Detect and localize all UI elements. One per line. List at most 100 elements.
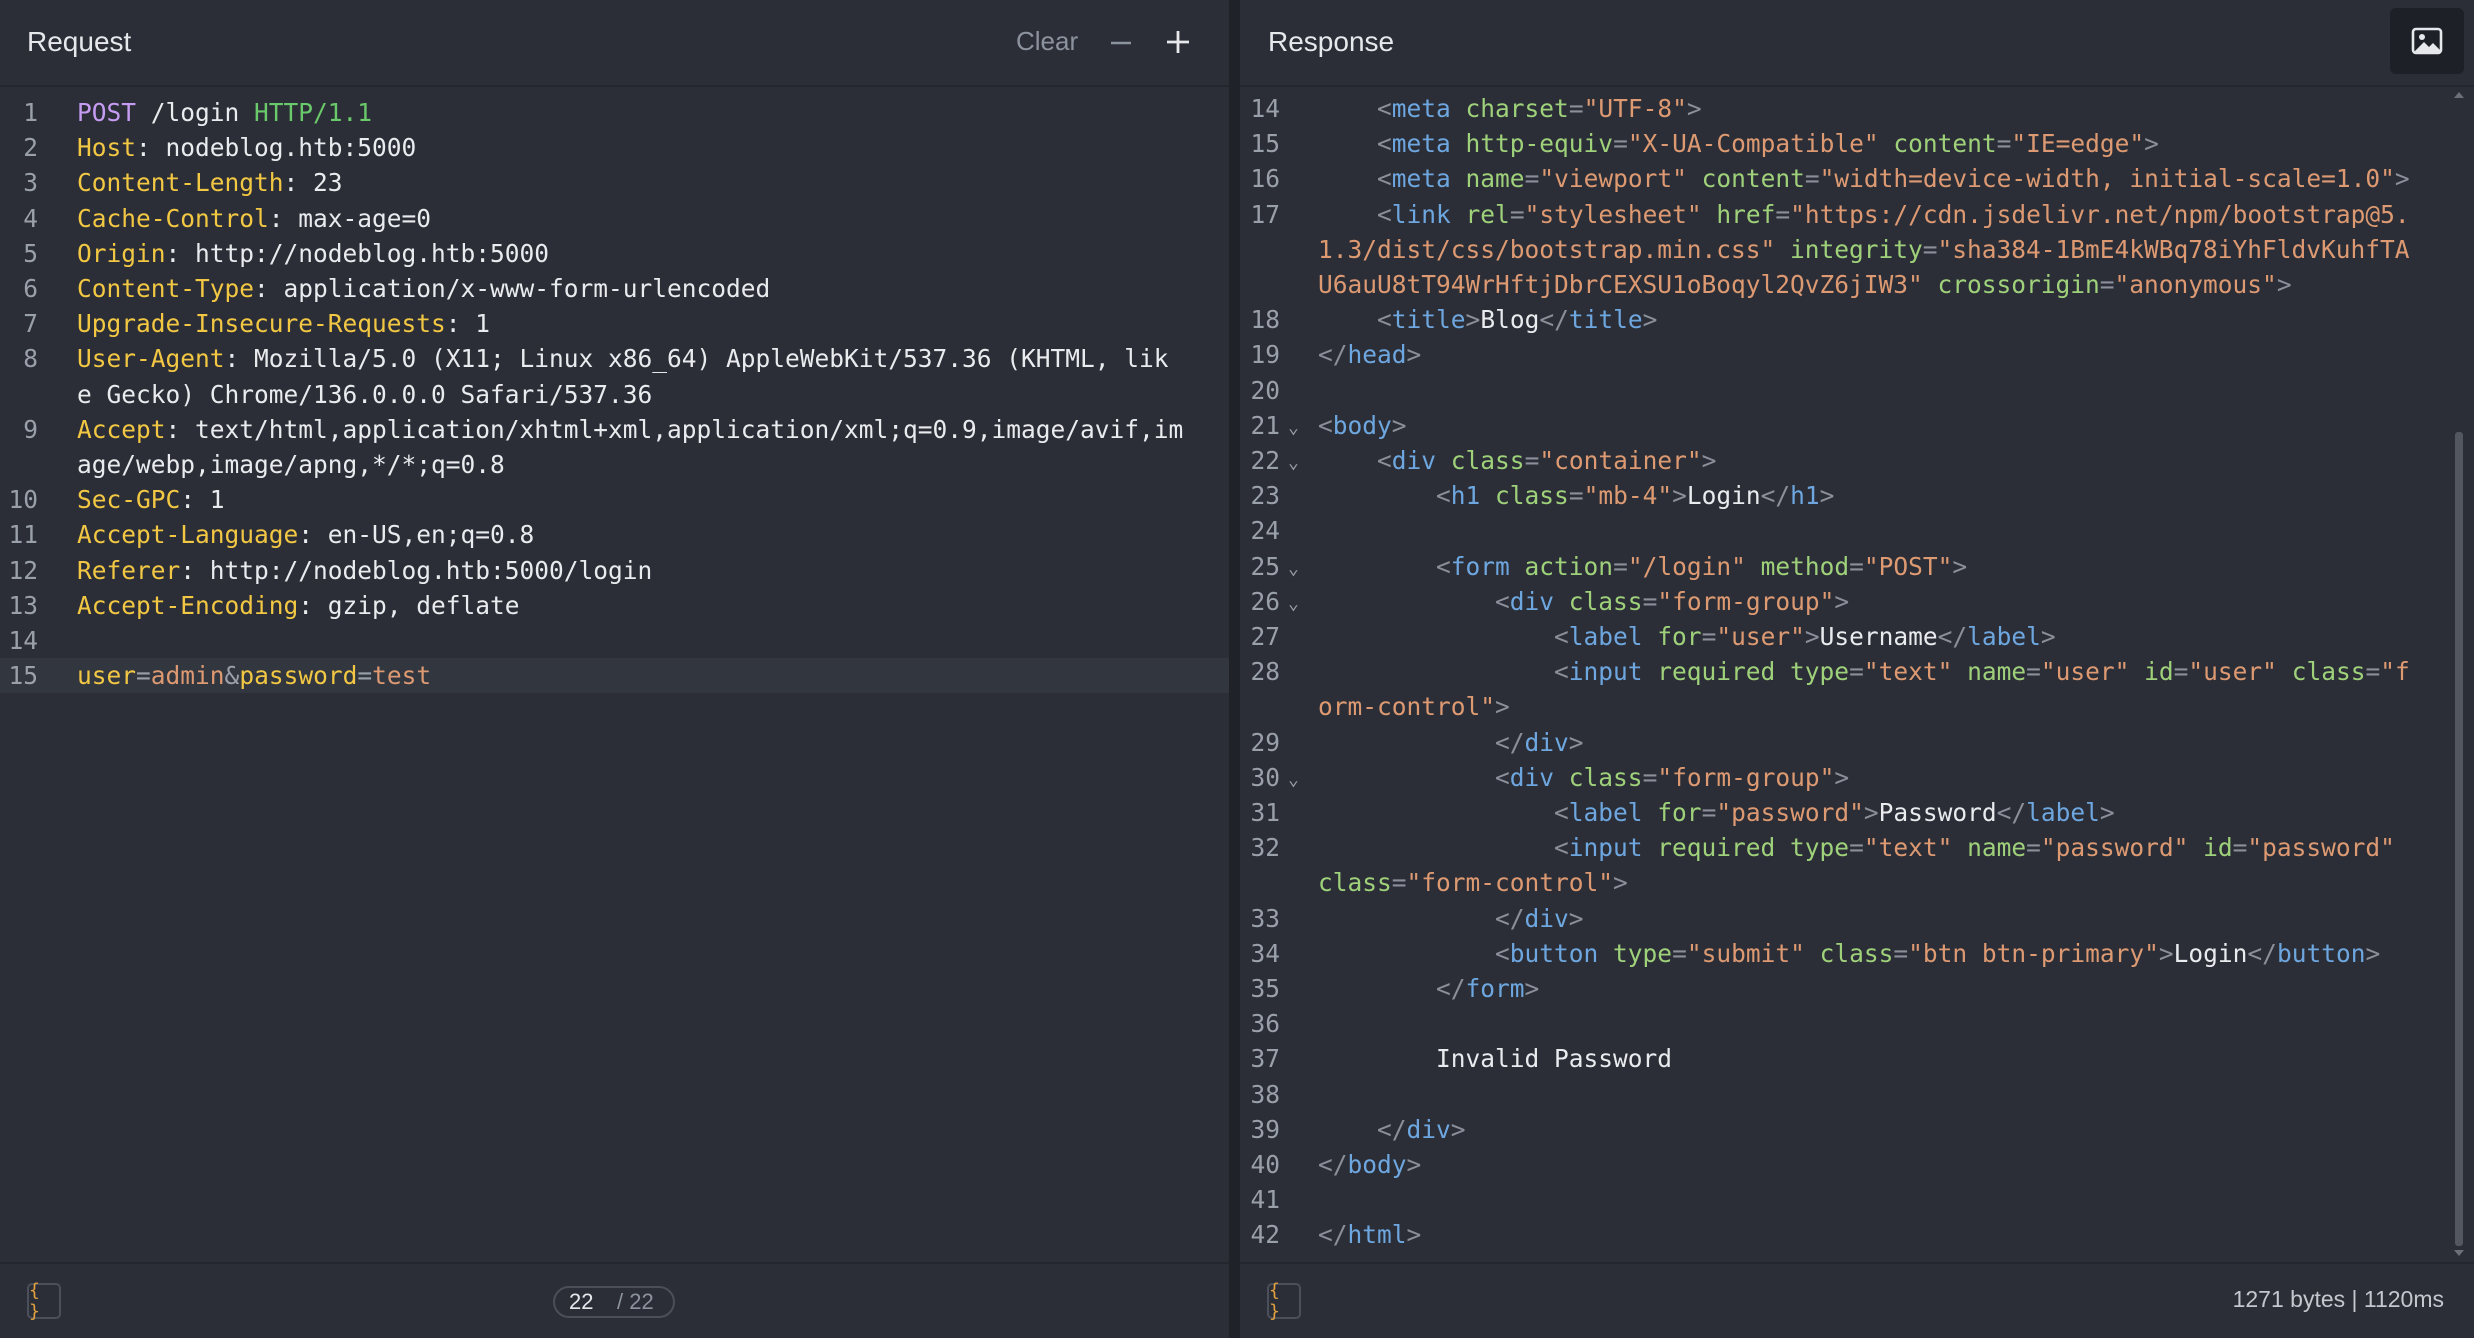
- chevron-down-icon[interactable]: ⌄: [1288, 551, 1299, 586]
- code-line[interactable]: 23 <h1 class="mb-4">Login</h1>: [1240, 478, 2474, 513]
- code-line[interactable]: 4 Cache-Control: max-age=0: [0, 201, 1229, 236]
- scroll-thumb[interactable]: [2455, 432, 2463, 1246]
- code-token: input: [1568, 833, 1643, 863]
- line-code: e Gecko) Chrome/136.0.0.0 Safari/537.36: [77, 377, 652, 412]
- code-token: >: [1568, 903, 1584, 933]
- format-braces-button[interactable]: { }: [1267, 1280, 1301, 1322]
- clear-button[interactable]: Clear: [1016, 26, 1078, 57]
- code-line[interactable]: 5 Origin: http://nodeblog.htb:5000: [0, 236, 1229, 271]
- code-line[interactable]: 22 ⌄ <div class="container">: [1240, 443, 2474, 478]
- code-line[interactable]: 36: [1240, 1006, 2474, 1041]
- code-token: </: [1539, 305, 1569, 335]
- code-line[interactable]: e Gecko) Chrome/136.0.0.0 Safari/537.36: [0, 377, 1229, 412]
- code-line[interactable]: 27 <label for="user">Username</label>: [1240, 619, 2474, 654]
- code-line[interactable]: age/webp,image/apng,*/*;q=0.8: [0, 447, 1229, 482]
- response-editor[interactable]: 14 <meta charset="UTF-8"> 15 <meta http-e…: [1240, 87, 2474, 1262]
- code-line[interactable]: 9 Accept: text/html,application/xhtml+xml…: [0, 412, 1229, 447]
- code-line[interactable]: 34 <button type="submit" class="btn btn-…: [1240, 936, 2474, 971]
- code-line[interactable]: 33 </div>: [1240, 901, 2474, 936]
- code-line[interactable]: 14 <meta charset="UTF-8">: [1240, 91, 2474, 126]
- chevron-down-icon[interactable]: ⌄: [1288, 762, 1299, 797]
- line-code: </div>: [1318, 725, 1584, 760]
- code-line[interactable]: 11 Accept-Language: en-US,en;q=0.8: [0, 517, 1229, 552]
- code-line[interactable]: 20: [1240, 373, 2474, 408]
- format-braces-button[interactable]: { }: [27, 1280, 61, 1322]
- chevron-down-icon[interactable]: ⌄: [1288, 586, 1299, 621]
- code-token: required type: [1642, 657, 1850, 687]
- scroll-up-arrow[interactable]: [2454, 92, 2464, 98]
- code-line[interactable]: 18 <title>Blog</title>: [1240, 302, 2474, 337]
- code-line[interactable]: 7 Upgrade-Insecure-Requests: 1: [0, 306, 1229, 341]
- plus-icon[interactable]: [1164, 28, 1192, 56]
- code-line[interactable]: 15 user=admin&password=test: [0, 658, 1229, 694]
- code-token: =: [1391, 868, 1407, 898]
- line-number: 38: [1250, 1079, 1280, 1109]
- code-line[interactable]: 21 ⌄ <body>: [1240, 408, 2474, 443]
- history-pager[interactable]: 22 / 22: [553, 1286, 675, 1318]
- line-code: Accept-Language: en-US,en;q=0.8: [77, 517, 534, 552]
- code-token: "f: [2380, 657, 2410, 687]
- code-token: <: [1377, 164, 1392, 194]
- pager-current[interactable]: 22: [569, 1289, 603, 1315]
- code-line[interactable]: 2 Host: nodeblog.htb:5000: [0, 130, 1229, 165]
- minus-icon[interactable]: [1108, 30, 1134, 56]
- code-token: "text": [1863, 833, 1953, 863]
- code-line[interactable]: 30 ⌄ <div class="form-group">: [1240, 760, 2474, 795]
- code-line[interactable]: 8 User-Agent: Mozilla/5.0 (X11; Linux x86…: [0, 341, 1229, 376]
- code-token: Password: [1878, 798, 1997, 827]
- code-line[interactable]: 25 ⌄ <form action="/login" method="POST">: [1240, 549, 2474, 584]
- request-editor[interactable]: 1 POST /login HTTP/1.1 2 Host: nodeblog.htb…: [0, 87, 1229, 1262]
- code-line[interactable]: 32 <input required type="text" name="pas…: [1240, 830, 2474, 865]
- code-line[interactable]: 29 </div>: [1240, 725, 2474, 760]
- scroll-down-arrow[interactable]: [2454, 1250, 2464, 1256]
- code-line[interactable]: 26 ⌄ <div class="form-group">: [1240, 584, 2474, 619]
- code-token: e Gecko) Chrome/136.0.0.0 Safari/537.36: [77, 379, 653, 409]
- code-line[interactable]: 13 Accept-Encoding: gzip, deflate: [0, 588, 1229, 623]
- code-token: class: [1480, 481, 1569, 511]
- chevron-down-icon[interactable]: ⌄: [1288, 410, 1299, 445]
- chevron-down-icon[interactable]: ⌄: [1288, 445, 1299, 480]
- code-line[interactable]: 1.3/dist/css/bootstrap.min.css" integrit…: [1240, 232, 2474, 267]
- image-icon[interactable]: [2390, 8, 2464, 74]
- code-line[interactable]: 38: [1240, 1077, 2474, 1112]
- code-line[interactable]: 39 </div>: [1240, 1112, 2474, 1147]
- code-token: : max-age=0: [268, 203, 432, 233]
- line-number: 36: [1250, 1009, 1280, 1039]
- line-code: Host: nodeblog.htb:5000: [77, 130, 416, 165]
- code-line[interactable]: 42 </html>: [1240, 1217, 2474, 1252]
- code-token: =: [1775, 199, 1791, 229]
- code-line[interactable]: 31 <label for="password">Password</label…: [1240, 795, 2474, 830]
- code-line[interactable]: orm-control">: [1240, 689, 2474, 724]
- code-line[interactable]: 16 <meta name="viewport" content="width=…: [1240, 161, 2474, 196]
- line-code: </div>: [1318, 1112, 1466, 1147]
- code-line[interactable]: 19 </head>: [1240, 337, 2474, 372]
- code-line[interactable]: 3 Content-Length: 23: [0, 165, 1229, 200]
- line-code: <meta http-equiv="X-UA-Compatible" conte…: [1318, 126, 2159, 161]
- code-line[interactable]: 14: [0, 623, 1229, 658]
- code-line[interactable]: U6auU8tT94WrHftjDbrCEXSU1oBoqyl2QvZ6jIW3…: [1240, 267, 2474, 302]
- code-token: =: [1922, 234, 1938, 264]
- code-line[interactable]: 6 Content-Type: application/x-www-form-ur…: [0, 271, 1229, 306]
- code-line[interactable]: 41: [1240, 1182, 2474, 1217]
- line-code: <link rel="stylesheet" href="https://cdn…: [1318, 197, 2410, 232]
- code-token: <: [1554, 657, 1569, 687]
- code-line[interactable]: class="form-control">: [1240, 865, 2474, 900]
- line-number: 42: [1250, 1220, 1280, 1250]
- code-line[interactable]: 15 <meta http-equiv="X-UA-Compatible" co…: [1240, 126, 2474, 161]
- code-line[interactable]: 35 </form>: [1240, 971, 2474, 1006]
- code-line[interactable]: 17 <link rel="stylesheet" href="https://…: [1240, 197, 2474, 232]
- code-line[interactable]: 24: [1240, 513, 2474, 548]
- code-token: content: [1686, 164, 1805, 194]
- code-line[interactable]: 40 </body>: [1240, 1147, 2474, 1182]
- code-line[interactable]: 37 Invalid Password: [1240, 1041, 2474, 1076]
- code-line[interactable]: 10 Sec-GPC: 1: [0, 482, 1229, 517]
- code-token: meta: [1391, 164, 1451, 194]
- code-line[interactable]: 28 <input required type="text" name="use…: [1240, 654, 2474, 689]
- code-line[interactable]: 12 Referer: http://nodeblog.htb:5000/logi…: [0, 553, 1229, 588]
- code-token: head: [1347, 340, 1407, 370]
- code-token: test: [372, 661, 432, 691]
- code-line[interactable]: 1 POST /login HTTP/1.1: [0, 95, 1229, 130]
- response-scrollbar[interactable]: [2453, 90, 2465, 1260]
- code-token: >: [2158, 938, 2174, 968]
- line-number: 9: [23, 414, 38, 444]
